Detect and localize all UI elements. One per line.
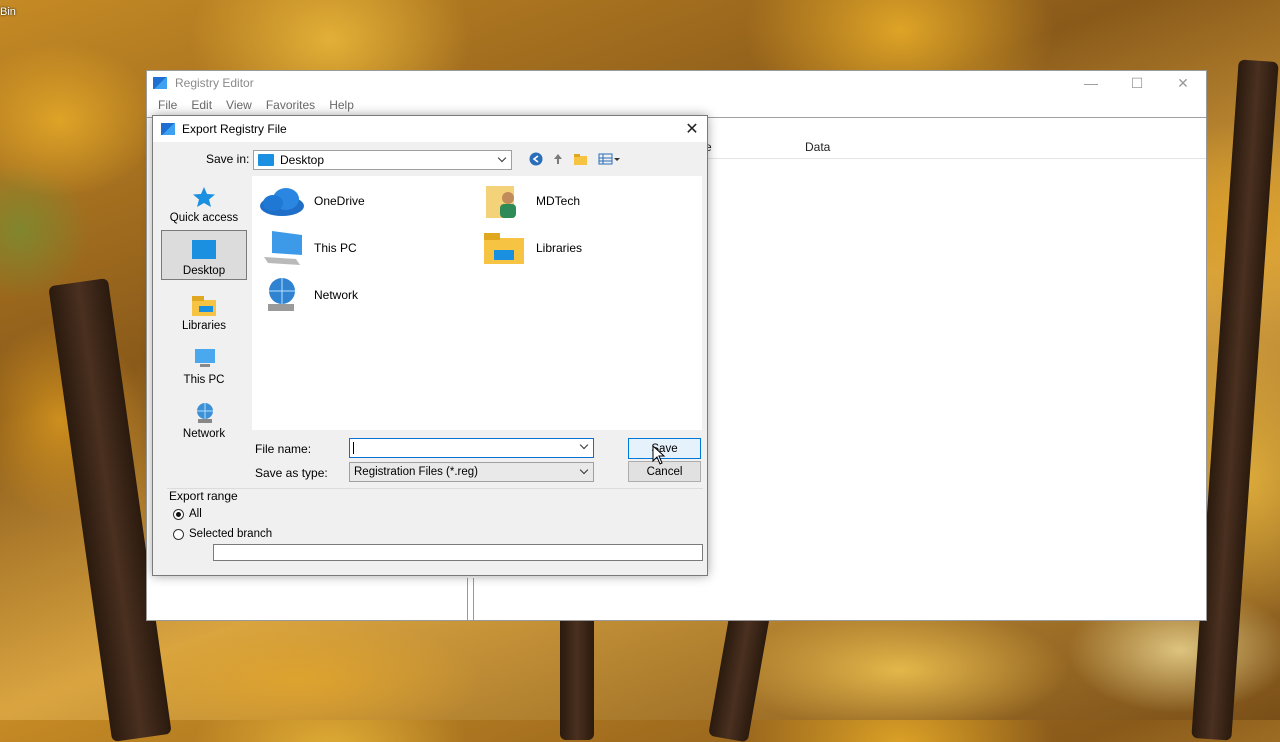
registry-title: Registry Editor <box>175 76 254 90</box>
desktop-folder-icon <box>258 154 274 166</box>
menu-help[interactable]: Help <box>322 98 361 112</box>
star-icon <box>192 186 216 208</box>
up-folder-icon[interactable] <box>550 151 566 167</box>
dialog-titlebar[interactable]: Export Registry File ✕ <box>153 116 707 142</box>
menu-favorites[interactable]: Favorites <box>259 98 322 112</box>
place-label: Network <box>182 428 226 440</box>
computer-icon <box>258 229 306 267</box>
radio-label: Selected branch <box>189 528 273 540</box>
file-name-label: File name: <box>255 442 312 456</box>
radio-selected-branch[interactable]: Selected branch <box>173 528 272 540</box>
desktop-icon <box>192 239 216 261</box>
item-label: MDTech <box>536 194 581 208</box>
radio-all[interactable]: All <box>173 508 202 520</box>
registry-menubar: File Edit View Favorites Help <box>147 95 1206 115</box>
list-item-this-pc[interactable]: This PC <box>258 229 357 267</box>
list-item-libraries[interactable]: Libraries <box>480 229 582 267</box>
cloud-icon <box>258 182 306 220</box>
new-folder-icon[interactable] <box>573 151 589 167</box>
item-label: Network <box>314 288 359 302</box>
place-label: Desktop <box>182 265 226 277</box>
chevron-down-icon <box>499 155 507 163</box>
save-in-label: Save in: <box>206 152 250 166</box>
minimize-button[interactable]: — <box>1068 71 1114 95</box>
save-in-row: Save in: Desktop <box>153 148 707 170</box>
menu-view[interactable]: View <box>219 98 259 112</box>
radio-label: All <box>189 508 202 520</box>
save-in-value: Desktop <box>280 153 325 167</box>
close-button[interactable]: ✕ <box>1160 71 1206 95</box>
export-range-group: Export range All Selected branch <box>167 488 703 571</box>
menu-file[interactable]: File <box>151 98 184 112</box>
text-caret <box>353 442 354 454</box>
list-item-onedrive[interactable]: OneDrive <box>258 182 365 220</box>
item-label: Libraries <box>536 241 583 255</box>
save-in-combo[interactable]: Desktop <box>253 150 512 170</box>
libraries-icon <box>192 294 216 316</box>
network-globe-icon <box>258 276 306 314</box>
list-item-user-folder[interactable]: MDTech <box>480 182 580 220</box>
export-registry-dialog: Export Registry File ✕ Save in: Desktop … <box>152 115 708 576</box>
chevron-down-icon <box>581 467 589 475</box>
chevron-down-icon <box>581 442 589 450</box>
radio-indicator <box>173 508 184 520</box>
computer-icon <box>192 348 216 370</box>
place-label: Quick access <box>169 212 239 224</box>
desktop-recycle-bin-label[interactable]: Bin <box>0 6 16 18</box>
item-label: This PC <box>314 241 357 255</box>
registry-app-icon <box>161 123 175 135</box>
radio-indicator <box>173 528 184 540</box>
export-range-label: Export range <box>169 489 238 503</box>
places-bar: Quick access Desktop Libraries This PC N… <box>161 176 247 446</box>
place-quick-access[interactable]: Quick access <box>161 176 247 226</box>
back-icon[interactable] <box>528 151 544 167</box>
place-label: This PC <box>183 374 225 386</box>
file-list: OneDrive MDTech This PC Libraries Networ… <box>252 176 702 430</box>
file-name-dropdown[interactable] <box>577 438 593 458</box>
place-network[interactable]: Network <box>161 392 247 442</box>
place-desktop[interactable]: Desktop <box>161 230 247 280</box>
maximize-button[interactable]: ☐ <box>1114 71 1160 95</box>
column-header-data[interactable]: Data <box>805 140 830 154</box>
menu-edit[interactable]: Edit <box>184 98 219 112</box>
save-as-type-value: Registration Files (*.reg) <box>354 466 478 478</box>
registry-titlebar[interactable]: Registry Editor — ☐ ✕ <box>147 71 1206 95</box>
place-label: Libraries <box>181 320 227 332</box>
save-as-type-combo[interactable]: Registration Files (*.reg) <box>349 462 594 482</box>
dialog-title: Export Registry File <box>182 122 287 136</box>
list-item-network[interactable]: Network <box>258 276 358 314</box>
place-libraries[interactable]: Libraries <box>161 284 247 334</box>
view-menu-icon[interactable] <box>597 151 621 167</box>
pane-splitter[interactable] <box>467 578 474 620</box>
item-label: OneDrive <box>314 194 365 208</box>
dialog-close-button[interactable]: ✕ <box>677 116 707 142</box>
selected-branch-input[interactable] <box>213 544 703 561</box>
user-folder-icon <box>480 182 528 220</box>
libraries-folder-icon <box>480 229 528 267</box>
network-globe-icon <box>192 402 216 424</box>
registry-app-icon <box>153 77 167 89</box>
save-as-type-label: Save as type: <box>255 466 328 480</box>
file-name-input[interactable] <box>349 438 594 458</box>
tree-trunk <box>560 600 594 740</box>
place-this-pc[interactable]: This PC <box>161 338 247 388</box>
